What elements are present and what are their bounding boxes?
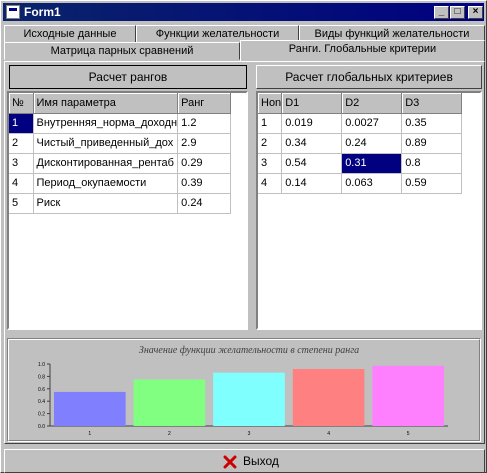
right_grid-cell[interactable]: 0.31 (341, 153, 403, 174)
x-tick-label: 4 (327, 431, 330, 437)
ranks-grid[interactable]: № Имя параметра Ранг 1 Внутренняя_норма_дохо… (7, 91, 248, 330)
left_grid-row[interactable]: 3 Дисконтированная_рентаб 0.29 (9, 153, 232, 174)
left_grid-cell[interactable]: Период_окупаемости (33, 173, 179, 194)
left_grid-cell[interactable]: 0.39 (177, 173, 232, 194)
right_grid-row[interactable]: 2 0.34 0.24 0.89 (258, 133, 463, 154)
right_grid-header-row: Hon D1 D2 D3 (258, 93, 463, 114)
left_grid-cell[interactable]: Внутренняя_норма_доходн (33, 113, 179, 134)
right_grid-cell[interactable]: 0.35 (401, 113, 463, 134)
title-bar[interactable]: Form1 _ □ × (3, 3, 484, 21)
left_grid-row[interactable]: 4 Период_окупаемости 0.39 (9, 173, 232, 194)
right_grid-cell[interactable]: 0.0027 (341, 113, 403, 134)
left_grid-row[interactable]: 2 Чистый_приведенный_дох 2.9 (9, 133, 232, 154)
desirability-chart: Значение функции желательности в степени… (38, 345, 448, 437)
right_grid-header-cell[interactable]: D2 (341, 93, 403, 114)
right_grid-cell[interactable]: 0.063 (341, 173, 403, 194)
right_grid-row-number[interactable]: 1 (258, 113, 283, 134)
right_grid-cell[interactable]: 0.14 (281, 173, 343, 194)
chart-bar-5 (372, 365, 445, 426)
left_grid-row-number[interactable]: 2 (9, 133, 34, 154)
y-tick-label: 1.0 (38, 362, 45, 368)
left_grid-header-cell[interactable]: Имя параметра (33, 93, 179, 114)
right_grid-cell[interactable]: 0.8 (401, 153, 463, 174)
right_grid-cell[interactable]: 0.54 (281, 153, 343, 174)
left_grid-row[interactable]: 5 Риск 0.24 (9, 193, 232, 214)
app-window-icon (6, 5, 20, 19)
right_grid-header-cell[interactable]: D3 (401, 93, 463, 114)
left_grid-cell[interactable]: 0.24 (177, 193, 232, 214)
left_grid-header-cell[interactable]: Ранг (177, 93, 232, 114)
right_grid-row-number[interactable]: 2 (258, 133, 283, 154)
chart-bar-2 (133, 379, 206, 426)
chart-bar-1 (53, 391, 126, 426)
left_grid-row[interactable]: 1 Внутренняя_норма_доходн 1.2 (9, 113, 232, 134)
exit-button[interactable]: Выход (4, 449, 485, 473)
global-criteria-grid[interactable]: Hon D1 D2 D3 1 0.019 0.0027 0.35 2 0.34 0.24 0.89 3 0… (256, 91, 482, 330)
right_grid-row-number[interactable]: 4 (258, 173, 283, 194)
exit-label: Выход (243, 454, 279, 468)
y-tick-label: 0.2 (38, 412, 45, 418)
left_grid-cell[interactable]: 2.9 (177, 133, 232, 154)
left_grid-cell[interactable]: Риск (33, 193, 179, 214)
right_grid-header-cell[interactable]: D1 (281, 93, 343, 114)
chart-bar-4 (292, 368, 365, 426)
main-window: Form1 _ □ × Исходные данные Функции жела… (0, 0, 487, 473)
right_grid-cell[interactable]: 0.59 (401, 173, 463, 194)
minimize-button[interactable]: _ (434, 6, 449, 19)
right_grid-cell[interactable]: 0.89 (401, 133, 463, 154)
right_grid-header-cell[interactable]: Hon (258, 93, 283, 114)
window-title: Form1 (24, 5, 61, 19)
x-tick-label: 2 (168, 431, 171, 437)
right_grid-cell[interactable]: 0.24 (341, 133, 403, 154)
right_grid-cell[interactable]: 0.34 (281, 133, 343, 154)
tab-pairwise-matrix[interactable]: Матрица парных сравнений (4, 42, 240, 60)
right_grid-row[interactable]: 3 0.54 0.31 0.8 (258, 153, 463, 174)
calc-global-criteria-button[interactable]: Расчет глобальных критериев (256, 65, 482, 89)
left_grid-cell[interactable]: Дисконтированная_рентаб (33, 153, 179, 174)
tab-source-data[interactable]: Исходные данные (4, 25, 136, 43)
y-tick-label: 0.4 (38, 399, 45, 405)
tab-ranks-global-criteria[interactable]: Ранги. Глобальные критерии (240, 40, 485, 61)
y-tick-label: 0.8 (38, 374, 45, 380)
left_grid-header-cell[interactable]: № (9, 93, 34, 114)
x-tick-label: 3 (248, 431, 251, 437)
left_grid-row-number[interactable]: 4 (9, 173, 34, 194)
x-tick-label: 1 (88, 431, 91, 437)
y-tick-label: 0.0 (38, 424, 45, 430)
close-x-icon (223, 455, 237, 469)
left_grid-header-row: № Имя параметра Ранг (9, 93, 232, 114)
left_grid-row-number[interactable]: 5 (9, 193, 34, 214)
x-tick-label: 5 (407, 431, 410, 437)
right_grid-cell[interactable]: 0.019 (281, 113, 343, 134)
left_grid-cell[interactable]: 1.2 (177, 113, 232, 134)
maximize-button[interactable]: □ (450, 6, 465, 19)
right_grid-row[interactable]: 4 0.14 0.063 0.59 (258, 173, 463, 194)
desirability-chart-frame: Значение функции желательности в степени… (7, 338, 481, 442)
chart-bar-3 (213, 372, 285, 426)
calc-ranks-button[interactable]: Расчет рангов (9, 65, 247, 89)
left_grid-cell[interactable]: 0.29 (177, 153, 232, 174)
chart-title: Значение функции желательности в степени… (139, 345, 359, 356)
close-button[interactable]: × (468, 6, 483, 19)
y-tick-label: 0.6 (38, 387, 45, 393)
right_grid-row[interactable]: 1 0.019 0.0027 0.35 (258, 113, 463, 134)
left_grid-row-number[interactable]: 3 (9, 153, 34, 174)
left_grid-row-number[interactable]: 1 (9, 113, 34, 134)
left_grid-cell[interactable]: Чистый_приведенный_дох (33, 133, 179, 154)
right_grid-row-number[interactable]: 3 (258, 153, 283, 174)
